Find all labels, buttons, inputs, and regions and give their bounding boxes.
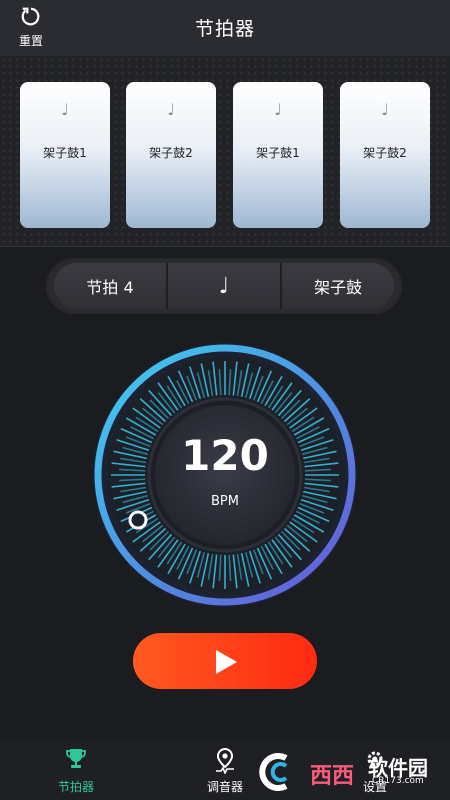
header-bar: 重置 节拍器: [0, 0, 450, 56]
page-title: 节拍器: [194, 18, 255, 40]
note-icon: ♩: [274, 100, 282, 119]
watermark-brand: 西西: [310, 764, 355, 789]
watermark-url: CR173.com: [372, 776, 424, 786]
drum-pad-4[interactable]: ♩ 架子鼓2: [340, 82, 430, 228]
drum-pad-1[interactable]: ♩ 架子鼓1: [20, 82, 110, 228]
tab-label: 节拍器: [57, 780, 94, 794]
play-button[interactable]: [133, 633, 317, 689]
tab-metronome[interactable]: 节拍器: [36, 740, 116, 800]
drum-pad-label: 架子鼓1: [256, 146, 300, 160]
note-icon: ♩: [381, 100, 389, 119]
note-icon: ♩: [167, 100, 175, 119]
drum-pad-2[interactable]: ♩ 架子鼓2: [126, 82, 216, 228]
drum-pad-label: 架子鼓2: [149, 146, 193, 160]
trophy-icon: [66, 749, 86, 768]
drum-pad-3[interactable]: ♩ 架子鼓1: [233, 82, 323, 228]
drum-pad-panel: ♩ 架子鼓1 ♩ 架子鼓2 ♩ 架子鼓1 ♩ 架子鼓2: [0, 56, 450, 247]
dial-knob[interactable]: [128, 510, 148, 530]
play-icon: [216, 650, 237, 674]
watermark-logo-icon: [259, 753, 288, 791]
tab-tuner[interactable]: 调音器: [185, 740, 265, 800]
beat-selector[interactable]: 节拍 4: [54, 263, 166, 309]
note-value-selector[interactable]: ♩: [166, 263, 280, 309]
drum-pad-label: 架子鼓2: [363, 146, 407, 160]
location-pin-icon: [216, 748, 234, 774]
settings-segment: 节拍 4 ♩ 架子鼓: [46, 258, 402, 314]
watermark: 西西 软件园 CR173.com: [256, 748, 446, 796]
tab-label: 调音器: [206, 780, 243, 794]
note-icon: ♩: [61, 100, 69, 119]
drum-pad-label: 架子鼓1: [43, 146, 87, 160]
tempo-dial[interactable]: 120 BPM: [91, 341, 359, 609]
sound-selector[interactable]: 架子鼓: [280, 263, 394, 309]
bpm-value: 120: [181, 431, 269, 480]
bpm-unit: BPM: [211, 494, 239, 509]
